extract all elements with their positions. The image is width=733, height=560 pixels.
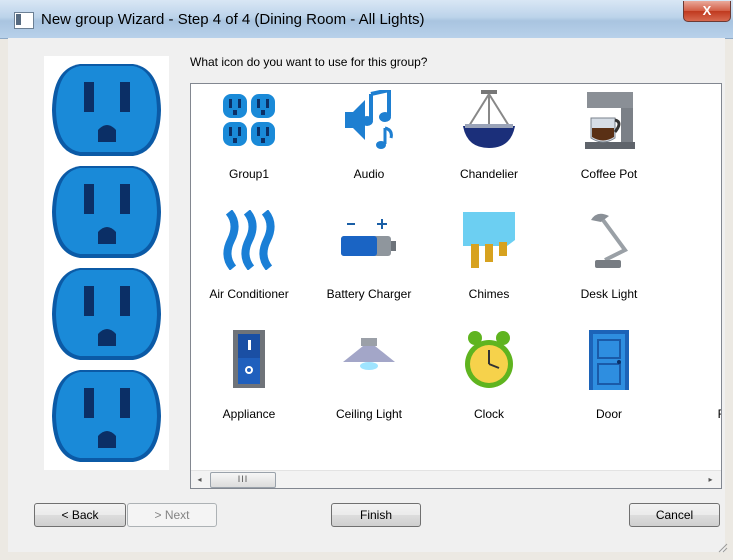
next-button[interactable]: > Next (127, 503, 217, 527)
back-button[interactable]: < Back (34, 503, 126, 527)
outlet-icon (52, 370, 161, 462)
icon-prompt-label: What icon do you want to use for this gr… (190, 55, 428, 69)
scroll-right-icon[interactable]: ▸ (702, 471, 719, 488)
wizard-window: New group Wizard - Step 4 of 4 (Dining R… (0, 0, 733, 560)
outlet-group-icon (223, 94, 275, 146)
close-button[interactable]: X (683, 1, 731, 22)
icon-label: Audio (353, 167, 385, 181)
resize-grip-icon[interactable] (716, 541, 728, 553)
window-title: New group Wizard - Step 4 of 4 (Dining R… (41, 11, 425, 28)
ceiling-light-icon (343, 338, 395, 370)
audio-icon (345, 90, 393, 149)
desk-light-icon (591, 213, 629, 268)
icon-label: Coffee Pot (580, 167, 638, 181)
icon-label: Fish (674, 407, 721, 421)
door-icon (589, 330, 629, 390)
wizard-side-image (44, 56, 169, 470)
fan-icon (701, 210, 722, 270)
title-bar[interactable]: New group Wizard - Step 4 of 4 (Dining R… (0, 0, 733, 39)
partial-icon (701, 90, 722, 150)
icon-label: Ceiling Light (335, 407, 403, 421)
outlet-icon (52, 64, 161, 156)
icon-label: Group1 (228, 167, 270, 181)
icon-label: De (674, 167, 721, 181)
scrollbar-thumb[interactable]: III (210, 472, 276, 488)
icon-label: Door (595, 407, 622, 421)
cancel-button[interactable]: Cancel (629, 503, 720, 527)
appliance-switch-icon (233, 330, 265, 388)
icon-label: Appliance (222, 407, 276, 421)
window-app-icon (14, 12, 34, 29)
icon-list-view[interactable]: Group1 Audio Chandelier Coffee Pot Air C… (190, 83, 722, 489)
clock-icon (465, 331, 513, 388)
finish-button[interactable]: Finish (331, 503, 421, 527)
scroll-left-icon[interactable]: ◂ (191, 471, 208, 488)
icon-label: Battery Charger (326, 287, 412, 301)
chandelier-icon (463, 90, 515, 148)
chimes-icon (463, 212, 515, 268)
horizontal-scrollbar[interactable]: ◂ III ▸ (191, 470, 721, 488)
icon-label: Clock (473, 407, 504, 421)
icon-label: Air Conditioner (209, 287, 289, 301)
icon-label: Chandelier (459, 167, 519, 181)
coffee-pot-icon (585, 92, 635, 149)
outlet-icon (52, 268, 161, 360)
icon-label: Desk Light (580, 287, 638, 301)
fish-tank-icon (701, 330, 722, 390)
outlet-icon (52, 166, 161, 258)
air-conditioner-icon (223, 210, 275, 270)
battery-charger-icon (341, 219, 396, 256)
icon-label: Chimes (468, 287, 510, 301)
